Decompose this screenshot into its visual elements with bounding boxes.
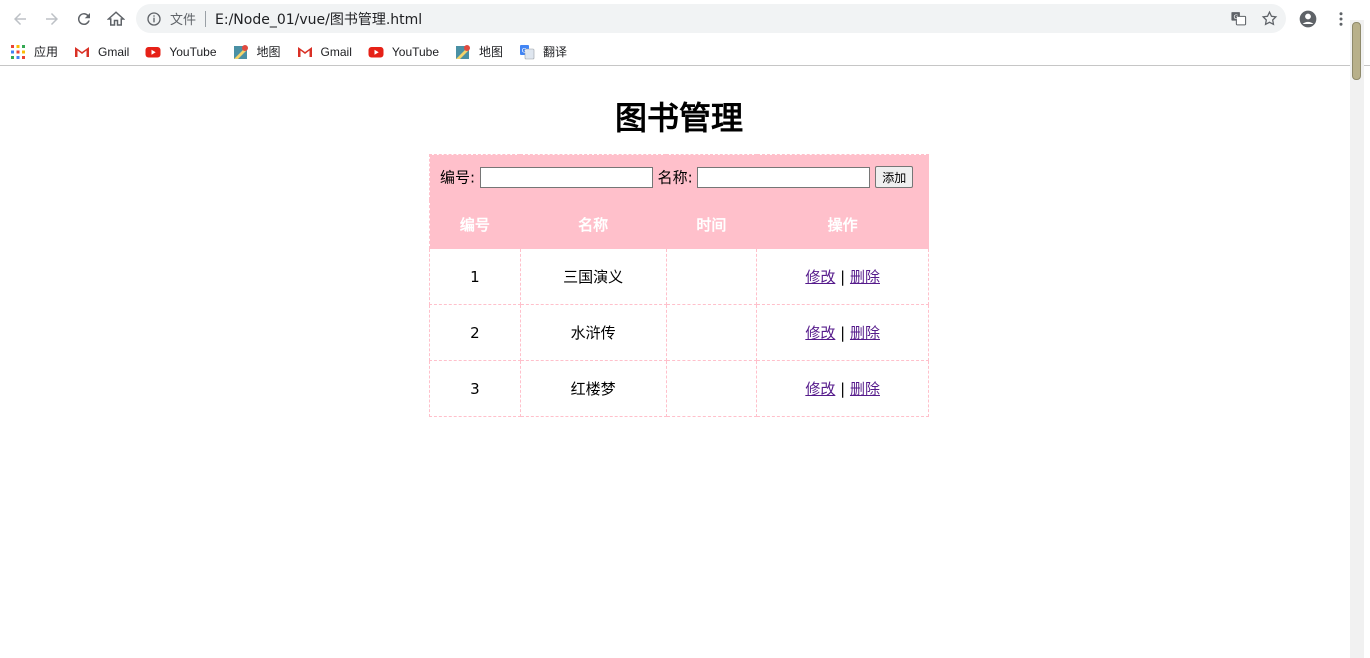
gmail-icon — [297, 46, 312, 57]
bookmark-youtube-2[interactable]: YouTube — [368, 40, 439, 64]
arrow-left-icon — [14, 13, 26, 25]
bookmark-gmail[interactable]: Gmail — [74, 40, 129, 64]
maps-icon — [456, 44, 471, 59]
profile-avatar-icon[interactable] — [1298, 9, 1318, 29]
edit-link[interactable]: 修改 — [805, 380, 835, 398]
book-table: 编号: 名称: 添加 编号 名称 时间 操作 1 三国演义 修改 | 删除 2 … — [429, 154, 929, 417]
scheme-label: 文件 — [170, 13, 197, 28]
bookmark-label: Gmail — [98, 44, 130, 59]
delete-link[interactable]: 删除 — [850, 324, 880, 342]
action-separator: | — [840, 380, 846, 398]
bookmark-label: YouTube — [391, 44, 440, 59]
svg-text:G: G — [522, 46, 527, 54]
cell-name: 水浒传 — [519, 304, 667, 361]
bookmark-label: Gmail — [320, 44, 352, 59]
bookmark-label: YouTube — [169, 44, 217, 59]
id-input[interactable] — [479, 166, 653, 188]
browser-toolbar: 文件 E:/Node_01/vue/图书管理.html G — [0, 0, 1370, 38]
bookmark-label: 应用 — [34, 45, 59, 59]
action-separator: | — [840, 324, 846, 342]
youtube-icon — [368, 46, 384, 57]
cell-actions: 修改 | 删除 — [756, 248, 929, 305]
bookmark-apps[interactable]: 应用 — [10, 40, 58, 64]
gmail-icon — [75, 46, 90, 57]
cell-name: 红楼梦 — [519, 360, 667, 417]
delete-link[interactable]: 删除 — [850, 268, 880, 286]
name-label: 名称: — [657, 168, 693, 187]
bookmark-label: 翻译 — [543, 45, 568, 59]
bookmarks-bar: 应用 Gmail YouTube 地图 Gmail YouTube 地图 G 翻… — [0, 38, 1370, 66]
id-label: 编号: — [440, 168, 476, 187]
scrollbar-thumb[interactable] — [1352, 22, 1361, 80]
cell-time — [665, 304, 758, 361]
delete-link[interactable]: 删除 — [850, 380, 880, 398]
header-time: 时间 — [665, 199, 758, 249]
arrow-right-icon — [46, 13, 58, 25]
cell-time — [665, 360, 758, 417]
cell-time — [665, 248, 758, 305]
edit-link[interactable]: 修改 — [805, 268, 835, 286]
apps-grid-icon — [11, 44, 25, 59]
action-separator: | — [840, 268, 846, 286]
add-book-form-row: 编号: 名称: 添加 — [429, 154, 929, 200]
header-actions: 操作 — [756, 199, 929, 249]
translate-icon: G — [520, 44, 535, 59]
youtube-icon — [145, 46, 161, 57]
address-bar[interactable]: 文件 E:/Node_01/vue/图书管理.html G — [136, 4, 1286, 33]
header-id: 编号 — [429, 199, 521, 249]
add-button[interactable]: 添加 — [875, 166, 914, 188]
star-icon[interactable] — [1261, 10, 1278, 27]
header-name: 名称 — [519, 199, 667, 249]
translate-page-icon[interactable]: G — [1230, 10, 1247, 27]
bookmark-youtube[interactable]: YouTube — [145, 40, 217, 64]
home-button[interactable] — [104, 7, 128, 31]
svg-text:G: G — [1234, 13, 1239, 21]
reload-button[interactable] — [72, 7, 96, 31]
bookmark-gmail-2[interactable]: Gmail — [297, 40, 352, 64]
edit-link[interactable]: 修改 — [805, 324, 835, 342]
url-text[interactable]: E:/Node_01/vue/图书管理.html — [215, 9, 422, 29]
cell-id: 2 — [429, 304, 521, 361]
back-button[interactable] — [8, 7, 32, 31]
table-header-row: 编号 名称 时间 操作 — [429, 199, 929, 249]
info-icon — [147, 11, 161, 26]
bookmark-maps-2[interactable]: 地图 — [455, 40, 503, 64]
table-row: 2 水浒传 修改 | 删除 — [429, 304, 929, 361]
cell-name: 三国演义 — [519, 248, 667, 305]
more-menu-icon[interactable] — [1332, 9, 1350, 29]
omnibox-divider — [205, 10, 207, 27]
table-row: 1 三国演义 修改 | 删除 — [429, 248, 929, 305]
bookmark-translate[interactable]: G 翻译 — [519, 40, 567, 64]
page-title: 图书管理 — [614, 99, 743, 137]
cell-actions: 修改 | 删除 — [756, 304, 929, 361]
table-row: 3 红楼梦 修改 | 删除 — [429, 360, 929, 417]
add-book-form: 编号: 名称: 添加 — [429, 154, 929, 200]
name-input[interactable] — [697, 166, 871, 188]
bookmark-label: 地图 — [479, 45, 504, 59]
maps-icon — [233, 44, 248, 59]
bookmark-maps[interactable]: 地图 — [233, 40, 281, 64]
forward-button[interactable] — [40, 7, 64, 31]
home-icon — [107, 11, 125, 26]
cell-id: 1 — [429, 248, 521, 305]
reload-icon — [77, 13, 90, 26]
cell-id: 3 — [429, 360, 521, 417]
bookmark-label: 地图 — [256, 45, 281, 59]
cell-actions: 修改 | 删除 — [756, 360, 929, 417]
